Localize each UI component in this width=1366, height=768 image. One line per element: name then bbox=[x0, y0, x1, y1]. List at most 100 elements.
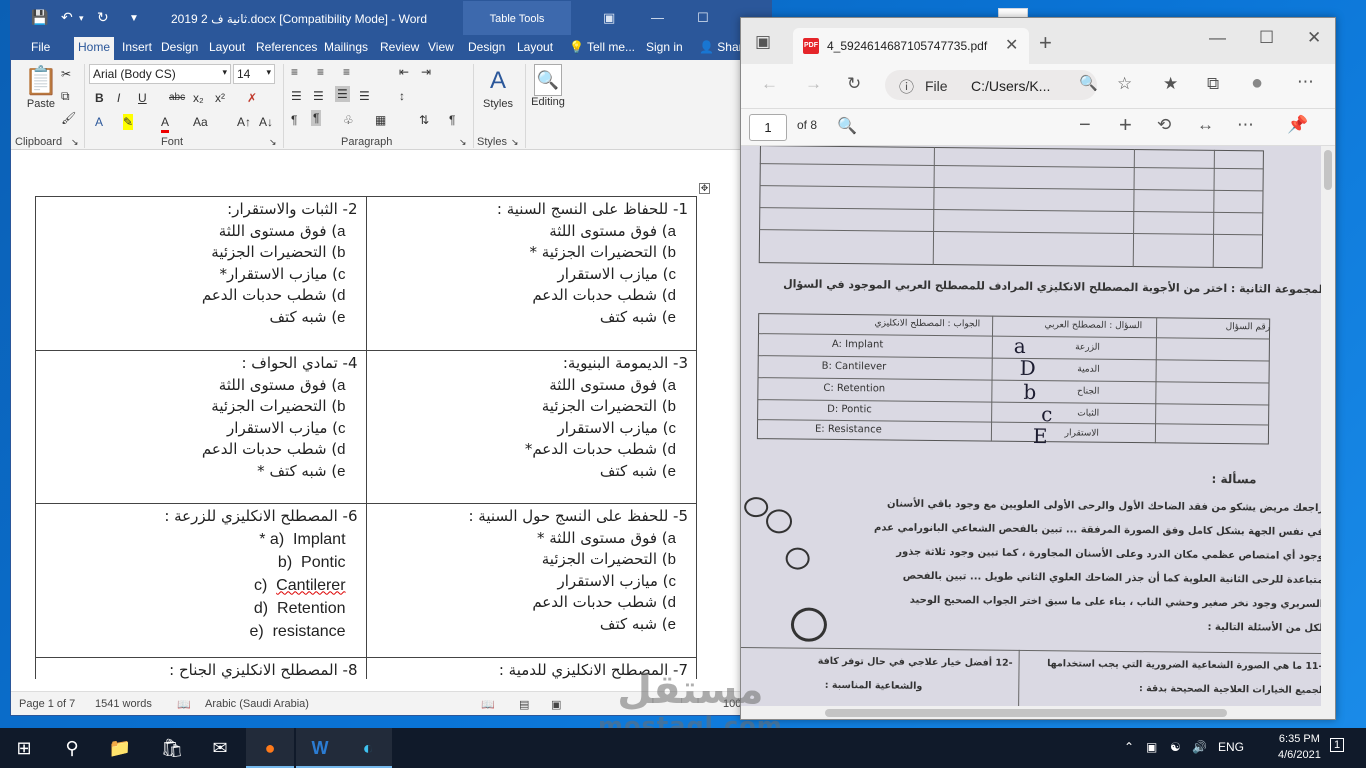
clipboard-launcher-icon[interactable]: ↘ bbox=[71, 134, 79, 150]
print-layout-icon[interactable]: ▤ bbox=[519, 698, 529, 711]
file-explorer-button[interactable]: 📁 bbox=[96, 728, 144, 768]
paste-button[interactable]: 📋 Paste bbox=[21, 64, 61, 110]
browser-tab[interactable]: PDF 4_5924614687105747735.pdf ✕ bbox=[793, 28, 1029, 64]
web-layout-icon[interactable]: ▣ bbox=[551, 698, 561, 711]
maximize-button[interactable]: ☐ bbox=[697, 10, 709, 26]
collections-icon[interactable]: ⧉ bbox=[1207, 74, 1219, 94]
minimize-icon[interactable]: — bbox=[1209, 28, 1226, 48]
numbering-icon[interactable]: ≡ bbox=[317, 64, 324, 80]
increase-indent-icon[interactable]: ⇥ bbox=[421, 64, 431, 80]
pdf-more-icon[interactable]: ⋯ bbox=[1237, 115, 1254, 135]
align-right-icon[interactable]: ☰ bbox=[335, 86, 350, 102]
fit-page-icon[interactable]: ↔ bbox=[1197, 115, 1214, 135]
find-icon[interactable]: 🔍 bbox=[837, 116, 857, 136]
pdf-page-view[interactable]: المجموعة الثانية : اختر من الأجوبة المصط… bbox=[741, 146, 1321, 719]
save-icon[interactable]: 💾 bbox=[31, 9, 48, 26]
search-button[interactable]: ⚲ bbox=[48, 728, 96, 768]
info-icon[interactable]: ⓘ bbox=[899, 76, 914, 97]
ribbon-display-icon[interactable]: ▣ bbox=[603, 10, 615, 26]
volume-icon[interactable]: 🔊 bbox=[1192, 740, 1207, 754]
scrollbar-thumb[interactable] bbox=[1324, 150, 1332, 190]
styles-launcher-icon[interactable]: ↘ bbox=[511, 134, 519, 150]
question-cell-4[interactable]: 4- تمادي الحواف : a) فوق مستوى اللثة b) … bbox=[35, 350, 367, 504]
tab-review[interactable]: Review bbox=[380, 40, 419, 54]
more-menu-icon[interactable]: ⋯ bbox=[1297, 72, 1314, 92]
shading-icon[interactable]: ♧ bbox=[343, 112, 354, 128]
question-cell-2[interactable]: 2- الثبات والاستقرار: a) فوق مستوى اللثة… bbox=[35, 196, 367, 351]
align-center-icon[interactable]: ☰ bbox=[313, 88, 324, 104]
italic-icon[interactable]: I bbox=[117, 90, 120, 106]
redo-icon[interactable]: ↻ bbox=[97, 9, 109, 26]
maximize-icon[interactable]: ☐ bbox=[1259, 28, 1274, 48]
page-number-input[interactable]: 1 bbox=[749, 114, 787, 141]
document-page[interactable]: ✥ 1- للحفاظ على النسج السنية : a) فوق مس… bbox=[11, 151, 763, 679]
tell-me-box[interactable]: Tell me... bbox=[587, 40, 635, 54]
tab-insert[interactable]: Insert bbox=[122, 40, 152, 54]
question-cell-5[interactable]: 5- للحفظ على النسج حول السنية : a) فوق م… bbox=[365, 503, 698, 658]
teams-tray-icon[interactable]: ▣ bbox=[1146, 740, 1157, 754]
tab-actions-icon[interactable]: ▣ bbox=[755, 32, 771, 52]
store-button[interactable]: 🛍 bbox=[148, 728, 196, 768]
new-tab-icon[interactable]: + bbox=[1039, 30, 1052, 56]
close-tab-icon[interactable]: ✕ bbox=[1005, 35, 1018, 55]
forward-icon[interactable]: → bbox=[805, 74, 822, 94]
close-window-icon[interactable]: ✕ bbox=[1307, 28, 1321, 48]
notification-center-icon[interactable]: 1 bbox=[1330, 738, 1345, 752]
input-language[interactable]: ENG bbox=[1218, 740, 1244, 754]
copy-icon[interactable]: ⧉ bbox=[61, 88, 70, 104]
ltr-icon[interactable]: ¶ bbox=[291, 112, 297, 128]
tab-home[interactable]: Home bbox=[74, 37, 115, 60]
favorites-icon[interactable]: ★ bbox=[1163, 74, 1178, 94]
customize-qat-icon[interactable]: ▼ bbox=[129, 13, 139, 24]
borders-icon[interactable]: ▦ bbox=[375, 112, 386, 128]
minimize-button[interactable]: — bbox=[651, 10, 664, 25]
read-mode-icon[interactable]: 📖 bbox=[481, 698, 495, 711]
proofing-icon[interactable]: 📖 bbox=[177, 698, 191, 711]
pdf-horizontal-scrollbar[interactable] bbox=[741, 706, 1321, 719]
highlight-icon[interactable]: ✎ bbox=[123, 114, 134, 130]
tab-layout[interactable]: Layout bbox=[209, 40, 245, 54]
bullets-icon[interactable]: ≡ bbox=[291, 64, 298, 80]
shrink-font-icon[interactable]: A↓ bbox=[259, 114, 273, 130]
cut-icon[interactable]: ✂ bbox=[61, 66, 71, 82]
paragraph-launcher-icon[interactable]: ↘ bbox=[459, 134, 467, 150]
underline-icon[interactable]: U bbox=[138, 90, 147, 106]
undo-dropdown-icon[interactable]: ▾ bbox=[79, 13, 84, 24]
line-spacing-icon[interactable]: ↕ bbox=[399, 88, 405, 104]
add-favorite-icon[interactable]: ☆ bbox=[1117, 74, 1132, 94]
tab-file[interactable]: File bbox=[31, 40, 50, 54]
word-count[interactable]: 1541 words bbox=[95, 698, 152, 710]
undo-icon[interactable]: ↶ bbox=[61, 9, 73, 26]
sort-icon[interactable]: ⇅ bbox=[419, 112, 429, 128]
edge-taskbar-button[interactable]: ◐ bbox=[344, 728, 392, 768]
zoom-in-pdf-icon[interactable]: + bbox=[1119, 112, 1132, 138]
change-case-icon[interactable]: Aa bbox=[193, 114, 208, 130]
question-cell-6[interactable]: 6- المصطلح الانكليزي للزرعة : a) Implant… bbox=[35, 503, 367, 658]
font-launcher-icon[interactable]: ↘ bbox=[269, 134, 277, 150]
wifi-icon[interactable]: ☯ bbox=[1170, 740, 1181, 754]
multilevel-list-icon[interactable]: ≡ bbox=[343, 64, 350, 80]
pdf-vertical-scrollbar[interactable] bbox=[1321, 146, 1335, 719]
zoom-out-icon[interactable]: 🔍 bbox=[1079, 74, 1098, 92]
refresh-icon[interactable]: ↻ bbox=[847, 74, 861, 94]
back-icon[interactable]: ← bbox=[761, 74, 778, 94]
firefox-button[interactable]: ● bbox=[246, 728, 294, 768]
justify-icon[interactable]: ☰ bbox=[359, 88, 370, 104]
show-formatting-icon[interactable]: ¶ bbox=[449, 112, 455, 128]
sign-in-link[interactable]: Sign in bbox=[646, 40, 683, 54]
decrease-indent-icon[interactable]: ⇤ bbox=[399, 64, 409, 80]
tab-table-layout[interactable]: Layout bbox=[517, 40, 553, 54]
rotate-icon[interactable]: ⟲ bbox=[1157, 115, 1171, 135]
text-effects-icon[interactable]: A bbox=[95, 114, 103, 130]
address-bar[interactable]: ⓘ File C:/Users/K... bbox=[885, 70, 1097, 100]
mail-button[interactable]: ✉ bbox=[196, 728, 244, 768]
align-left-icon[interactable]: ☰ bbox=[291, 88, 302, 104]
zoom-out-pdf-icon[interactable]: − bbox=[1079, 114, 1091, 137]
pin-toolbar-icon[interactable]: 📌 bbox=[1287, 115, 1308, 135]
word-taskbar-button[interactable]: W bbox=[296, 728, 344, 768]
system-clock[interactable]: 6:35 PM 4/6/2021 bbox=[1278, 731, 1321, 763]
bold-icon[interactable]: B bbox=[95, 90, 104, 106]
superscript-icon[interactable]: x² bbox=[215, 90, 225, 106]
subscript-icon[interactable]: x₂ bbox=[193, 90, 204, 106]
font-name-combo[interactable]: Arial (Body CS) ▾ bbox=[89, 64, 231, 84]
